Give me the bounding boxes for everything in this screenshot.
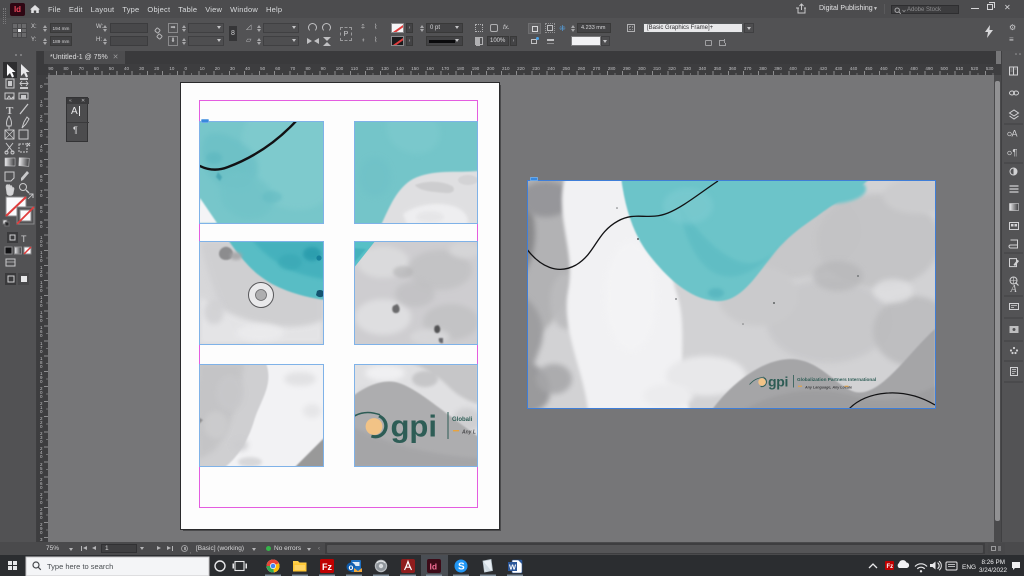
svg-text:gpi: gpi — [768, 374, 788, 390]
svg-text:Fz: Fz — [322, 562, 332, 572]
svg-text:o: o — [349, 563, 354, 572]
svg-text:Type here to search: Type here to search — [47, 562, 113, 571]
svg-text:A: A — [1012, 129, 1018, 139]
svg-text:Globali: Globali — [452, 417, 473, 423]
svg-text:Any L: Any L — [461, 430, 476, 436]
svg-text:¶: ¶ — [1013, 148, 1018, 158]
svg-text:gpi: gpi — [391, 409, 438, 444]
svg-text:Fz: Fz — [887, 564, 894, 570]
svg-text:S: S — [458, 562, 465, 573]
svg-text:W: W — [509, 563, 517, 572]
svg-text:T: T — [21, 234, 27, 244]
svg-text:ENG: ENG — [962, 564, 976, 571]
svg-text:Globalization Partners Interna: Globalization Partners International — [797, 377, 876, 382]
svg-text:T: T — [6, 105, 14, 117]
svg-text:Id: Id — [430, 562, 438, 572]
svg-text:8:26 PM: 8:26 PM — [982, 559, 1005, 566]
svg-text:A: A — [1010, 284, 1018, 295]
svg-text:3/24/2022: 3/24/2022 — [979, 567, 1008, 574]
